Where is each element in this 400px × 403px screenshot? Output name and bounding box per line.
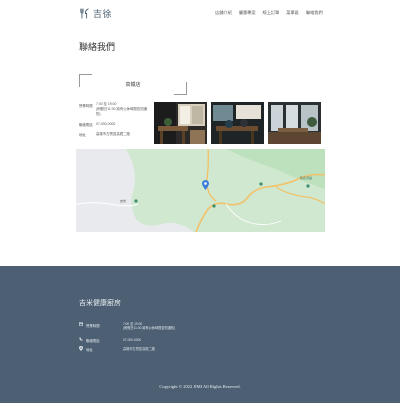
page-title: 聯絡我們 xyxy=(79,43,116,53)
nav-item-contact[interactable]: 聯絡我們 xyxy=(306,10,323,16)
store-photo-1 xyxy=(154,102,207,144)
store-photo-3 xyxy=(268,102,321,144)
address-label: 地址 xyxy=(79,133,86,137)
nav-item-menu[interactable]: 菜單區 xyxy=(286,10,299,16)
location-pin-icon xyxy=(79,346,83,351)
map-place-label: 知名景點 xyxy=(300,176,313,180)
main-nav: 店舖介紹 優惠專案 線上訂單 菜單區 聯絡我們 xyxy=(215,10,323,16)
map-pin-icon xyxy=(202,180,209,190)
phone-value: 07-000-0000 xyxy=(96,121,116,126)
footer-phone-label: 聯絡電話 xyxy=(86,338,100,343)
phone-icon xyxy=(79,337,83,341)
google-map[interactable]: 知名景點 吉米 xyxy=(76,149,325,232)
map-place-label-2: 吉米 xyxy=(120,199,127,203)
utensils-icon xyxy=(80,7,89,19)
nav-item-stores[interactable]: 店舖介紹 xyxy=(215,10,232,16)
site-footer xyxy=(0,266,400,403)
calendar-icon xyxy=(79,322,83,326)
copyright: Copyright © 2022 JIMI All Rights Reserve… xyxy=(159,384,241,389)
footer-hours-value: 7:00 至 19:00 (例假日11:00 將有公休時間告知通知) xyxy=(123,321,176,331)
hours-value: 7:00 至 19:00 (例假日11:00 將有公休時間告知通知) xyxy=(96,102,147,116)
store-name: 高鐵店 xyxy=(125,82,141,88)
nav-item-online-order[interactable]: 線上訂單 xyxy=(263,10,280,16)
footer-address-label: 地址 xyxy=(86,348,93,352)
footer-title: 吉米健康廚房 xyxy=(79,299,121,307)
phone-label: 聯絡電話 xyxy=(79,123,93,127)
store-photo-2 xyxy=(211,102,264,144)
store-title-box: 高鐵店 xyxy=(79,74,187,95)
address-value: 高雄市左營區高鐵二路 xyxy=(96,131,130,136)
logo-text: 吉徐 xyxy=(93,9,113,20)
site-logo[interactable]: 吉徐 xyxy=(79,7,113,20)
footer-phone-value: 07-000-0000 xyxy=(123,337,142,342)
hours-label: 營業時間 xyxy=(79,104,93,108)
footer-address-value: 高雄市左營區高鐵二路 xyxy=(123,347,155,351)
footer-hours-label: 營業時間 xyxy=(86,323,100,328)
nav-item-promotions[interactable]: 優惠專案 xyxy=(239,10,256,16)
